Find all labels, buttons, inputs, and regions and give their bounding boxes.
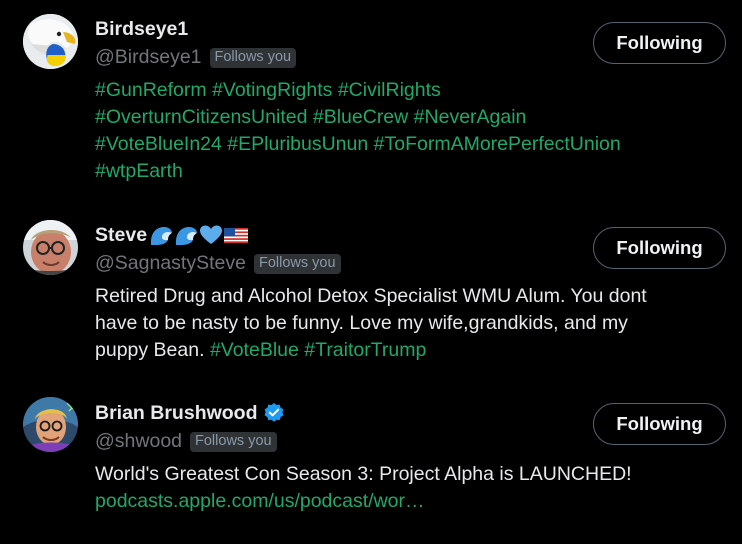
man-with-glasses-avatar-image [23,220,78,275]
us-flag-emoji [224,228,249,243]
bio-text: puppy Bean. [95,339,210,361]
hashtag-link[interactable]: #CivilRights [338,79,441,101]
avatar[interactable] [23,220,78,275]
bio-text: World's Greatest Con Season 3: Project A… [95,463,632,485]
following-button[interactable]: Following [593,22,726,64]
user-list: Birdseye1 @Birdseye1 Follows you #GunRef… [0,0,742,544]
bio-text: have to be nasty to be funny. Love my wi… [95,312,628,334]
user-bio: World's Greatest Con Season 3: Project A… [95,461,705,515]
user-cell[interactable]: Brian Brushwood @shwood Follows you Worl… [0,378,742,544]
handle[interactable]: @SagnastySteve [95,252,246,275]
user-bio: #GunReform #VotingRights #CivilRights #Ov… [95,77,705,185]
follows-you-badge: Follows you [253,253,341,274]
hashtag-link[interactable]: #wtpEarth [95,160,183,182]
hashtag-link[interactable]: #VoteBlue [210,339,299,361]
hashtag-link[interactable]: #TraitorTrump [304,339,426,361]
blue-heart-emoji [200,225,223,244]
wave-emoji [176,227,198,245]
bio-text: Retired Drug and Alcohol Detox Specialis… [95,285,647,307]
handle[interactable]: @shwood [95,430,182,453]
hashtag-link[interactable]: #OverturnCitizensUnited [95,106,307,128]
avatar[interactable] [23,397,78,452]
display-name[interactable]: Brian Brushwood [95,402,258,425]
follows-you-badge: Follows you [190,431,277,452]
stylized-portrait-avatar-image [23,397,78,452]
following-button[interactable]: Following [593,227,726,269]
url-link[interactable]: podcasts.apple.com/us/podcast/wor… [95,490,425,512]
follows-you-badge: Follows you [209,47,297,68]
hashtag-link[interactable]: #EPluribusUnun [227,133,368,155]
user-cell[interactable]: Steve @SagnastySteve Follows you Retired… [0,200,742,378]
handle[interactable]: @Birdseye1 [95,46,202,69]
hashtag-link[interactable]: #BlueCrew [313,106,408,128]
eagle-avatar-image [23,14,78,69]
hashtag-link[interactable]: #VoteBlueIn24 [95,133,222,155]
wave-emoji [151,227,173,245]
user-cell[interactable]: Birdseye1 @Birdseye1 Follows you #GunRef… [0,0,742,200]
hashtag-link[interactable]: #NeverAgain [414,106,527,128]
hashtag-link[interactable]: #ToFormAMorePerfectUnion [374,133,621,155]
hashtag-link[interactable]: #VotingRights [212,79,332,101]
following-button[interactable]: Following [593,403,726,445]
avatar[interactable] [23,14,78,69]
verified-badge-icon[interactable] [263,402,285,424]
display-name[interactable]: Birdseye1 [95,18,188,41]
display-name[interactable]: Steve [95,224,147,247]
hashtag-link[interactable]: #GunReform [95,79,207,101]
name-emojis [149,224,249,246]
user-bio: Retired Drug and Alcohol Detox Specialis… [95,283,705,364]
